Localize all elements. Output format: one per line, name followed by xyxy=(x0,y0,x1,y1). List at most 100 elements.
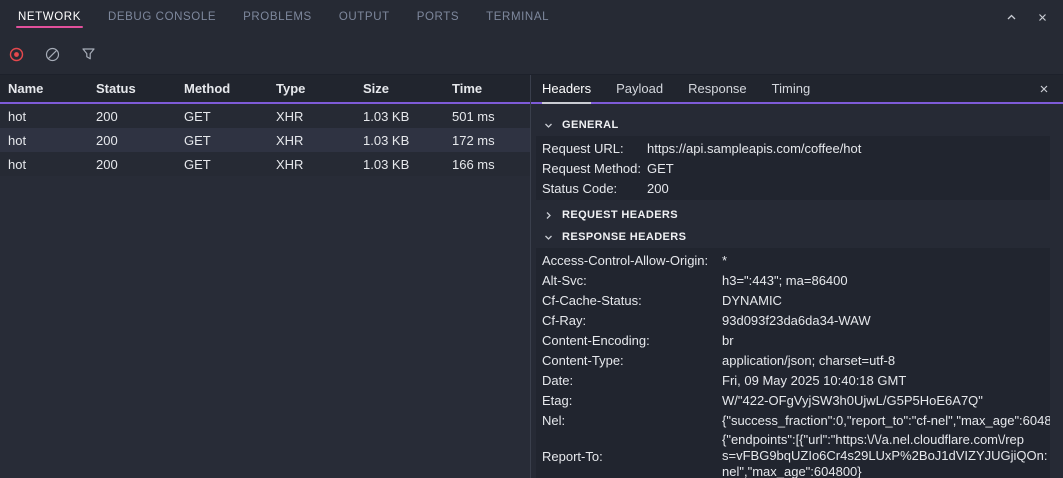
close-details-icon[interactable] xyxy=(1038,83,1050,95)
section-title: GENERAL xyxy=(562,119,619,131)
tab-headers[interactable]: Headers xyxy=(542,75,591,102)
header-key: Status Code: xyxy=(542,181,647,196)
panel-tab-bar: NETWORK DEBUG CONSOLE PROBLEMS OUTPUT PO… xyxy=(0,0,1063,34)
header-row: Cf-Cache-Status: DYNAMIC xyxy=(536,290,1050,310)
filter-icon[interactable] xyxy=(81,47,96,61)
header-value: Fri, 09 May 2025 10:40:18 GMT xyxy=(722,373,1050,388)
header-row: Cf-Ray: 93d093f23da6da34-WAW xyxy=(536,310,1050,330)
tab-terminal[interactable]: TERMINAL xyxy=(486,0,549,34)
header-row: Nel: {"success_fraction":0,"report_to":"… xyxy=(536,410,1050,430)
header-key: Nel: xyxy=(542,413,722,428)
header-value: https://api.sampleapis.com/coffee/hot xyxy=(647,141,1050,156)
headers-content: GENERAL Request URL: https://api.samplea… xyxy=(531,104,1063,478)
column-header-time[interactable]: Time xyxy=(444,81,530,96)
header-value: h3=":443"; ma=86400 xyxy=(722,273,1050,288)
header-row: Content-Encoding: br xyxy=(536,330,1050,350)
general-card: Request URL: https://api.sampleapis.com/… xyxy=(536,136,1050,200)
tab-payload[interactable]: Payload xyxy=(616,75,663,102)
header-value-line: s=vFBG9bqUZIo6Cr4s29LUxP%2BoJ1dVIZYJUGji… xyxy=(722,448,1050,464)
bottom-panel: NETWORK DEBUG CONSOLE PROBLEMS OUTPUT PO… xyxy=(0,0,1063,478)
header-key: Report-To: xyxy=(542,449,722,464)
cell-status: 200 xyxy=(88,133,176,148)
cell-name: hot xyxy=(0,109,88,124)
cell-type: XHR xyxy=(268,133,355,148)
clear-icon[interactable] xyxy=(45,47,60,62)
header-value: 93d093f23da6da34-WAW xyxy=(722,313,1050,328)
cell-method: GET xyxy=(176,133,268,148)
table-header-row: Name Status Method Type Size Time xyxy=(0,75,530,104)
table-row[interactable]: hot 200 GET XHR 1.03 KB 501 ms xyxy=(0,104,530,128)
header-row: Alt-Svc: h3=":443"; ma=86400 xyxy=(536,270,1050,290)
header-value: br xyxy=(722,333,1050,348)
header-key: Alt-Svc: xyxy=(542,273,722,288)
chevron-down-icon xyxy=(543,120,554,131)
column-header-method[interactable]: Method xyxy=(176,81,268,96)
section-request-headers[interactable]: REQUEST HEADERS xyxy=(531,204,1063,226)
chevron-right-icon xyxy=(543,210,554,221)
cell-time: 166 ms xyxy=(444,157,530,172)
header-row: Access-Control-Allow-Origin: * xyxy=(536,250,1050,270)
column-header-size[interactable]: Size xyxy=(355,81,444,96)
section-response-headers[interactable]: RESPONSE HEADERS xyxy=(531,226,1063,248)
header-row: Content-Type: application/json; charset=… xyxy=(536,350,1050,370)
requests-table: Name Status Method Type Size Time hot 20… xyxy=(0,75,531,478)
header-value: application/json; charset=utf-8 xyxy=(722,353,1050,368)
column-header-name[interactable]: Name xyxy=(0,81,88,96)
chevron-up-icon[interactable] xyxy=(1005,11,1018,24)
cell-method: GET xyxy=(176,157,268,172)
tab-problems[interactable]: PROBLEMS xyxy=(243,0,312,34)
cell-name: hot xyxy=(0,157,88,172)
header-key: Date: xyxy=(542,373,722,388)
header-key: Request URL: xyxy=(542,141,647,156)
header-key: Access-Control-Allow-Origin: xyxy=(542,253,722,268)
tab-ports[interactable]: PORTS xyxy=(417,0,459,34)
header-value: GET xyxy=(647,161,1050,176)
header-value: * xyxy=(722,253,1050,268)
tab-timing[interactable]: Timing xyxy=(772,75,811,102)
header-key: Cf-Ray: xyxy=(542,313,722,328)
header-key: Content-Encoding: xyxy=(542,333,722,348)
header-key: Etag: xyxy=(542,393,722,408)
column-header-status[interactable]: Status xyxy=(88,81,176,96)
chevron-down-icon xyxy=(543,232,554,243)
header-value: 200 xyxy=(647,181,1050,196)
section-title: REQUEST HEADERS xyxy=(562,209,678,221)
cell-type: XHR xyxy=(268,157,355,172)
section-title: RESPONSE HEADERS xyxy=(562,231,686,243)
cell-size: 1.03 KB xyxy=(355,157,444,172)
cell-status: 200 xyxy=(88,157,176,172)
tab-output[interactable]: OUTPUT xyxy=(339,0,390,34)
cell-time: 172 ms xyxy=(444,133,530,148)
header-row: Report-To: {"endpoints":[{"url":"https:\… xyxy=(536,430,1050,478)
header-value: DYNAMIC xyxy=(722,293,1050,308)
cell-method: GET xyxy=(176,109,268,124)
header-value-line: {"endpoints":[{"url":"https:\/\/a.nel.cl… xyxy=(722,432,1050,448)
cell-size: 1.03 KB xyxy=(355,133,444,148)
header-row: Request URL: https://api.sampleapis.com/… xyxy=(536,138,1050,158)
record-icon[interactable] xyxy=(9,47,24,62)
tab-network[interactable]: NETWORK xyxy=(18,0,81,34)
header-key: Content-Type: xyxy=(542,353,722,368)
table-row[interactable]: hot 200 GET XHR 1.03 KB 166 ms xyxy=(0,152,530,176)
cell-status: 200 xyxy=(88,109,176,124)
details-tab-bar: Headers Payload Response Timing xyxy=(531,75,1063,104)
cell-name: hot xyxy=(0,133,88,148)
table-row[interactable]: hot 200 GET XHR 1.03 KB 172 ms xyxy=(0,128,530,152)
close-panel-icon[interactable] xyxy=(1036,11,1049,24)
tab-response[interactable]: Response xyxy=(688,75,747,102)
header-value: {"endpoints":[{"url":"https:\/\/a.nel.cl… xyxy=(722,432,1050,478)
cell-time: 501 ms xyxy=(444,109,530,124)
tab-debug-console[interactable]: DEBUG CONSOLE xyxy=(108,0,216,34)
response-headers-card: Access-Control-Allow-Origin: * Alt-Svc: … xyxy=(536,248,1050,478)
header-value-line: nel","max_age":604800} xyxy=(722,464,1050,478)
section-general[interactable]: GENERAL xyxy=(531,114,1063,136)
header-value: {"success_fraction":0,"report_to":"cf-ne… xyxy=(722,413,1050,428)
header-row: Request Method: GET xyxy=(536,158,1050,178)
cell-size: 1.03 KB xyxy=(355,109,444,124)
request-details-panel: Headers Payload Response Timing GENERAL xyxy=(531,75,1063,478)
header-row: Etag: W/"422-OFgVyjSW3h0UjwL/G5P5HoE6A7Q… xyxy=(536,390,1050,410)
column-header-type[interactable]: Type xyxy=(268,81,355,96)
header-row: Status Code: 200 xyxy=(536,178,1050,198)
network-toolbar xyxy=(0,34,1063,75)
header-key: Request Method: xyxy=(542,161,647,176)
